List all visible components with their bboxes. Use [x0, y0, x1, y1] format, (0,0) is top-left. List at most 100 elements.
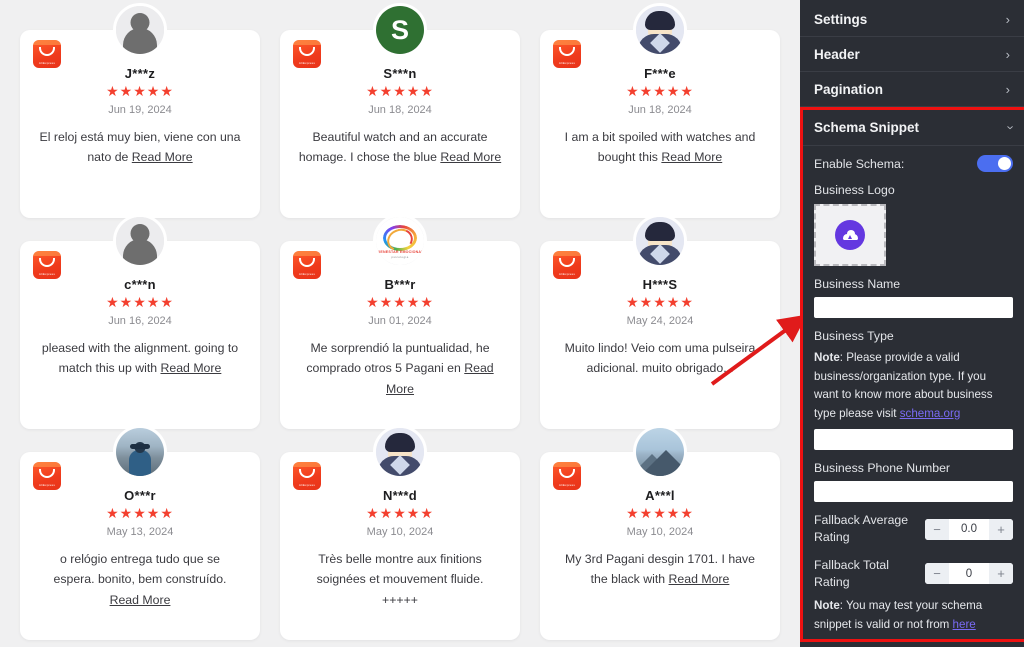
- reviews-widget-preview: AliExpress J***z ★★★★★ Jun 19, 2024 El reloj…: [0, 0, 800, 647]
- star-rating: ★★★★★: [626, 83, 694, 99]
- business-phone-label: Business Phone Number: [814, 461, 951, 476]
- fallback-average-rating-stepper[interactable]: − 0.0 +: [925, 518, 1013, 540]
- star-rating: ★★★★★: [626, 505, 694, 521]
- read-more-link[interactable]: Read More: [661, 150, 722, 164]
- read-more-link[interactable]: Read More: [669, 572, 730, 586]
- review-card-grid: AliExpress J***z ★★★★★ Jun 19, 2024 El reloj…: [0, 0, 800, 640]
- review-card: AliExpress J***z ★★★★★ Jun 19, 2024 El reloj…: [20, 3, 260, 218]
- fallback-average-rating-increment[interactable]: +: [989, 518, 1013, 540]
- person-illustration-avatar: [636, 217, 684, 265]
- fallback-total-rating-row: Fallback Total Rating − 0 +: [814, 557, 1013, 591]
- fallback-average-rating-label: Fallback Average Rating: [814, 513, 909, 545]
- review-text: El reloj está muy bien, viene con una na…: [39, 130, 241, 165]
- reviewer-name: N***d: [382, 488, 417, 503]
- star-rating: ★★★★★: [366, 83, 434, 99]
- review-text: My 3rd Pagani desgin 1701. I have the bl…: [564, 552, 756, 587]
- avatar: [113, 425, 167, 479]
- review-card: AliExpress F***e ★★★★★ Jun 18, 2024 I am a b…: [540, 3, 780, 218]
- accordion-header[interactable]: Header ›: [800, 37, 1024, 72]
- schema-snippet-header[interactable]: Schema Snippet ›: [803, 110, 1024, 146]
- chevron-right-icon: ›: [1005, 11, 1010, 27]
- fallback-total-rating-decrement[interactable]: −: [925, 563, 949, 585]
- review-text: pleased with the alignment. going to mat…: [41, 341, 239, 376]
- aliexpress-icon: AliExpress: [553, 251, 581, 279]
- default-user-avatar: [116, 217, 164, 265]
- star-rating: ★★★★★: [366, 294, 434, 310]
- review-date: Jun 18, 2024: [368, 104, 432, 116]
- read-more-link[interactable]: Read More: [386, 361, 494, 395]
- aliexpress-icon: AliExpress: [553, 462, 581, 490]
- toggle-knob: [998, 157, 1011, 170]
- fallback-total-rating-value[interactable]: 0: [949, 563, 989, 585]
- schema-snippet-panel: Schema Snippet › Enable Schema: Business…: [800, 107, 1024, 642]
- review-date: May 10, 2024: [366, 526, 434, 538]
- reviewer-name: B***r: [384, 277, 416, 292]
- app-root: AliExpress J***z ★★★★★ Jun 19, 2024 El reloj…: [0, 0, 1024, 647]
- review-date: May 13, 2024: [106, 526, 174, 538]
- aliexpress-icon: AliExpress: [293, 462, 321, 490]
- schema-test-here-link[interactable]: here: [953, 618, 976, 631]
- business-logo-upload-box[interactable]: [814, 204, 886, 266]
- aliexpress-icon: AliExpress: [553, 40, 581, 68]
- review-card: AliExpress c***n ★★★★★ Jun 16, 2024 pleased …: [20, 214, 260, 429]
- review-text: Muito lindo! Veio com uma pulseira adici…: [564, 341, 756, 376]
- settings-sidebar: Settings › Header › Pagination › Schema Snipp…: [800, 0, 1024, 647]
- read-more-link[interactable]: Read More: [161, 361, 222, 375]
- review-date: May 10, 2024: [626, 526, 694, 538]
- star-rating: ★★★★★: [366, 505, 434, 521]
- review-card: AliExpress S S***n ★★★★★ Jun 18, 2024 Beautif…: [280, 3, 520, 218]
- accordion-label: Settings: [814, 11, 868, 27]
- star-rating: ★★★★★: [106, 505, 174, 521]
- schema-footer-note-bold: Note: [814, 599, 840, 612]
- aliexpress-icon: AliExpress: [33, 462, 61, 490]
- avatar: S: [373, 3, 427, 57]
- avatar: [633, 214, 687, 268]
- enable-schema-toggle[interactable]: [977, 155, 1013, 172]
- aliexpress-icon: AliExpress: [33, 40, 61, 68]
- cloud-upload-glyph: [842, 229, 858, 241]
- letter-avatar: S: [376, 6, 424, 54]
- review-text: Beautiful watch and an accurate homage. …: [298, 130, 502, 165]
- cloud-upload-icon: [835, 220, 865, 250]
- business-name-label: Business Name: [814, 277, 901, 291]
- fallback-average-rating-value[interactable]: 0.0: [949, 518, 989, 540]
- schema-org-link[interactable]: schema.org: [900, 407, 961, 420]
- star-rating: ★★★★★: [106, 83, 174, 99]
- schema-footer-note: Note: You may test your schema snippet i…: [814, 597, 1013, 634]
- chevron-right-icon: ›: [1005, 81, 1010, 97]
- person-illustration-avatar: [636, 6, 684, 54]
- aliexpress-icon: AliExpress: [293, 40, 321, 68]
- accordion-settings[interactable]: Settings ›: [800, 2, 1024, 37]
- business-type-note: Note: Please provide a valid business/or…: [814, 349, 1013, 423]
- avatar: [373, 425, 427, 479]
- photo-avatar: [116, 428, 164, 476]
- reviewer-name: O***r: [124, 488, 156, 503]
- review-date: Jun 01, 2024: [368, 315, 432, 327]
- brand-logo-avatar: BIENESTAR EMOCIONAL psicologia: [376, 217, 424, 265]
- aliexpress-icon: AliExpress: [33, 251, 61, 279]
- aliexpress-icon: AliExpress: [293, 251, 321, 279]
- chevron-right-icon: ›: [1005, 46, 1010, 62]
- fallback-total-rating-increment[interactable]: +: [989, 563, 1013, 585]
- review-date: Jun 19, 2024: [108, 104, 172, 116]
- default-user-avatar: [116, 6, 164, 54]
- avatar: [633, 425, 687, 479]
- business-name-input[interactable]: [814, 297, 1013, 318]
- fallback-total-rating-stepper[interactable]: − 0 +: [925, 563, 1013, 585]
- read-more-link[interactable]: Read More: [110, 593, 171, 607]
- review-date: Jun 16, 2024: [108, 315, 172, 327]
- read-more-link[interactable]: Read More: [132, 150, 193, 164]
- fallback-average-rating-decrement[interactable]: −: [925, 518, 949, 540]
- enable-schema-label: Enable Schema:: [814, 156, 905, 171]
- review-text: Très belle montre aux finitions soignées…: [316, 552, 484, 607]
- business-type-input[interactable]: [814, 429, 1013, 451]
- read-more-link[interactable]: Read More: [440, 150, 501, 164]
- enable-schema-row: Enable Schema:: [814, 155, 1013, 172]
- review-card: AliExpress N***d ★★★★★ May 10, 2024 Très bel…: [280, 425, 520, 640]
- review-text: Me sorprendió la puntualidad, he comprad…: [306, 341, 494, 396]
- accordion-list: Settings › Header › Pagination ›: [800, 2, 1024, 107]
- business-phone-input[interactable]: [814, 481, 1013, 503]
- business-logo-label: Business Logo: [814, 183, 895, 197]
- chevron-down-icon: ›: [1003, 125, 1019, 130]
- accordion-pagination[interactable]: Pagination ›: [800, 72, 1024, 107]
